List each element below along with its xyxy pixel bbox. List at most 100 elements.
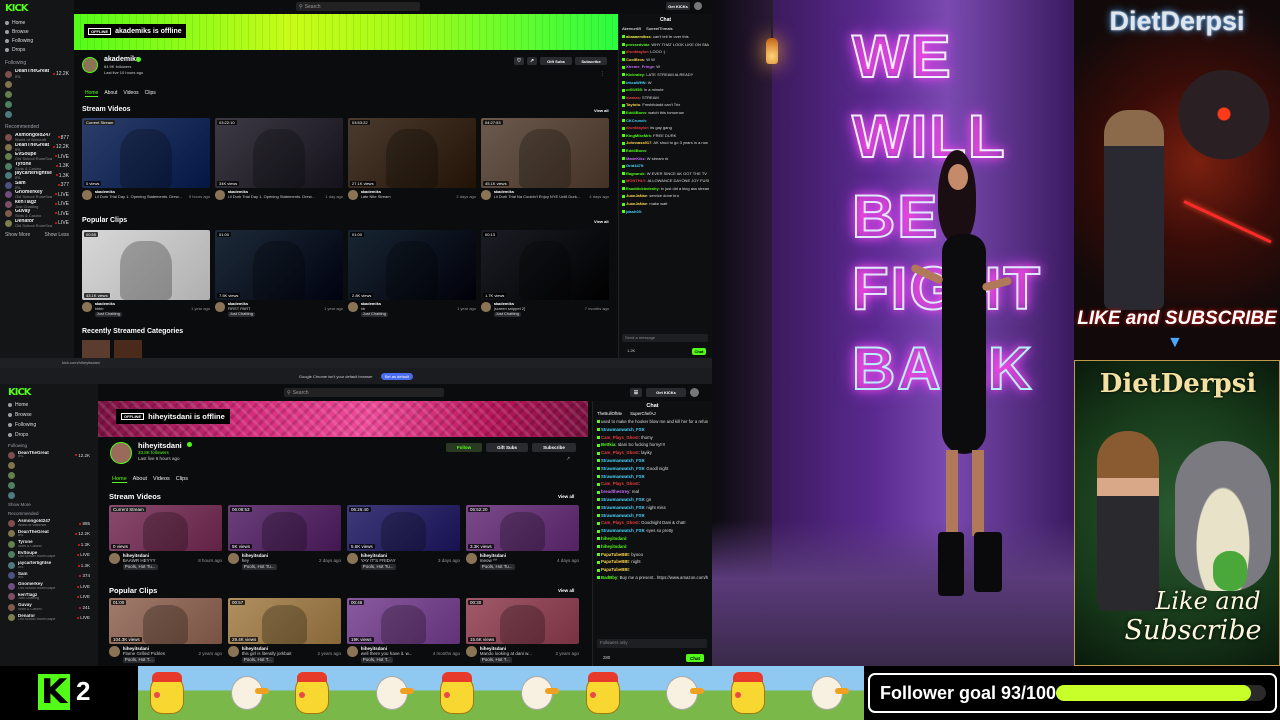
chat-username[interactable]: breadthestrey: [601, 489, 629, 494]
top-search-input[interactable]: ⚲ Search: [296, 2, 420, 11]
thumbnail[interactable]: 00:55 43.1K views: [82, 230, 210, 300]
video-card[interactable]: 03:22:10 34K views akademiks Lil Durk Trial…: [215, 118, 343, 200]
bottom-chat-pinned-user-2[interactable]: SuperChefAJ: [630, 411, 656, 416]
chat-username[interactable]: Cam_Plays_Ghost: [601, 450, 639, 455]
channel-item[interactable]: [8, 480, 90, 490]
bottom-chat-input[interactable]: Followers only: [597, 639, 707, 648]
channel-item[interactable]: jaycarterlightse IRL 1.3K: [8, 560, 90, 571]
tab-about[interactable]: About: [104, 90, 117, 97]
top-clips-view-all[interactable]: View all: [594, 219, 609, 224]
clip-card[interactable]: 01:00 7.5K views akademiks FIRST PART 1 year…: [215, 230, 343, 317]
channel-item[interactable]: Sam IRL 377: [5, 181, 69, 191]
tab-clips[interactable]: Clips: [145, 90, 156, 97]
chat-username[interactable]: BadBby: [601, 575, 617, 580]
top-channel-avatar[interactable]: [82, 57, 98, 73]
nav-item-browse[interactable]: Browse: [5, 29, 69, 35]
chat-username[interactable]: Cam_Plays_Ghost: [601, 481, 639, 486]
bottom-get-kicks-button[interactable]: Get KICKs: [646, 388, 686, 397]
chat-username[interactable]: akaaaemikss: [626, 34, 651, 39]
category-tag[interactable]: Just Chatting: [493, 312, 521, 317]
ad-top-cta[interactable]: LIKE and SUBSCRIBE: [1074, 308, 1280, 330]
chat-username[interactable]: Strawmanwatch_FS9: [601, 458, 644, 463]
channel-item[interactable]: [5, 89, 69, 99]
channel-item[interactable]: DeanTheGreat IRL 12.2K: [8, 450, 90, 460]
chat-username[interactable]: mamas: [626, 95, 640, 100]
tab-clips[interactable]: Clips: [176, 476, 188, 483]
channel-item[interactable]: kenTlagz Just Chatting LIVE: [5, 200, 69, 210]
chat-username[interactable]: Strawmanwatch_FS9: [601, 528, 644, 533]
thumbnail[interactable]: 01:00 2.8K views: [348, 230, 476, 300]
video-card[interactable]: Current Stream 0 views akademiks Lil Durk T…: [82, 118, 210, 200]
bottom-gift-subs-button[interactable]: Gift Subs: [486, 443, 528, 452]
clip-card[interactable]: 01:00 2.8K views akademiks bb 1 year ago Just…: [348, 230, 476, 317]
thumbnail[interactable]: 04:27:53 45.1K views: [481, 118, 609, 188]
thumbnail[interactable]: 06:26:40 5.6K views: [347, 505, 460, 551]
channel-item[interactable]: EvSoupeOld School RuneScapeLIVE: [5, 152, 69, 162]
nav-item-drops[interactable]: Drops: [8, 432, 90, 438]
category-tag[interactable]: Just Chatting: [227, 312, 255, 317]
top-gift-subs-button[interactable]: Gift Subs: [540, 57, 572, 65]
category-tag[interactable]: Pools, Hot T...: [241, 657, 274, 663]
category-tag[interactable]: Pools, Hot Tu...: [479, 564, 515, 570]
channel-item[interactable]: jaycarterlightse IRL 1.3K: [5, 171, 69, 181]
channel-item[interactable]: Guvay Slots & Casino LIVE: [5, 209, 69, 219]
chat-username[interactable]: Strawmanwatch_FS9: [601, 497, 644, 502]
chat-username[interactable]: drunktaylor: [626, 49, 648, 54]
bottom-clips-view-all[interactable]: View all: [558, 588, 574, 593]
channel-item[interactable]: DeanTheGreat IRL 12.2K: [5, 143, 69, 153]
top-chat-send-button[interactable]: Chat: [692, 348, 706, 355]
channel-item[interactable]: Tyrone Slots & Casino 1.3K: [5, 162, 69, 172]
top-kick-logo[interactable]: KICK: [5, 3, 69, 14]
chat-username[interactable]: JuanJaNae: [626, 193, 647, 198]
channel-item[interactable]: Guvay Slots & Casino 241: [8, 602, 90, 613]
channel-item[interactable]: [5, 109, 69, 119]
tab-about[interactable]: About: [133, 476, 147, 483]
category-tag[interactable]: Pools, Hot Tu...: [241, 564, 277, 570]
chat-username[interactable]: PapaTubeBBt: [601, 567, 629, 572]
bottom-show-more[interactable]: Show More: [8, 502, 90, 507]
channel-item[interactable]: GnomerkeyOld School RuneScapeLIVE: [5, 190, 69, 200]
channel-item[interactable]: DenaforOld School RuneScapeLIVE: [8, 613, 90, 624]
category-tag[interactable]: Pools, Hot Tu...: [122, 564, 158, 570]
channel-item[interactable]: Tyrone Slots & Casino 1.3K: [8, 539, 90, 550]
channel-item[interactable]: kenTlagz Just Chatting LIVE: [8, 592, 90, 603]
chat-username[interactable]: Ragnarok: [626, 171, 644, 176]
video-card[interactable]: 06:26:40 5.6K views hiheyitsdani YAY IT'S F…: [347, 505, 460, 570]
chat-username[interactable]: Edd4Bonn: [626, 110, 646, 115]
tab-videos[interactable]: Videos: [153, 476, 170, 483]
channel-item[interactable]: Asmongold247 World of Warcraft 877: [5, 133, 69, 143]
chat-username[interactable]: Johnnass917: [626, 140, 651, 145]
chat-username[interactable]: Strawmanwatch_FS9: [601, 474, 644, 479]
channel-item[interactable]: [8, 470, 90, 480]
video-card[interactable]: 05:52:20 3.3K views hiheyitsdani meow ^^ 4 d…: [466, 505, 579, 570]
chat-username[interactable]: Strawmanwatch_FS9: [601, 466, 644, 471]
bottom-channel-name[interactable]: hiheyitsdani: [138, 441, 182, 450]
channel-item[interactable]: Sam IRL 374: [8, 571, 90, 582]
thumbnail[interactable]: 01:00 104.3K views: [109, 598, 222, 644]
chat-username[interactable]: Edd4Bonn: [626, 148, 646, 153]
video-card[interactable]: 06:08:53 5K views hiheyitsdani hey 2 days ag…: [228, 505, 341, 570]
chat-username[interactable]: Strawmanwatch_FS9: [601, 513, 644, 518]
top-share-button[interactable]: ↗: [527, 57, 537, 65]
chat-username[interactable]: Strawmanwatch_FS9: [601, 427, 644, 432]
top-subscribe-button[interactable]: Subscribe: [575, 57, 607, 65]
top-show-more[interactable]: Show More: [5, 232, 30, 238]
bottom-subscribe-button[interactable]: Subscribe: [532, 443, 576, 452]
tab-videos[interactable]: Videos: [123, 90, 138, 97]
top-videos-view-all[interactable]: View all: [594, 108, 609, 113]
chat-username[interactable]: hiheyitsdani: [601, 536, 626, 541]
clip-card[interactable]: 00:55 43.1K views akademiks bbbb 1 year ago J…: [82, 230, 210, 317]
chat-username[interactable]: MadeKikz: [626, 156, 644, 161]
chat-username[interactable]: Xtreme_Fringe: [626, 64, 654, 69]
nav-item-browse[interactable]: Browse: [8, 412, 90, 418]
nav-item-home[interactable]: Home: [8, 402, 90, 408]
thumbnail[interactable]: 06:08:53 5K views: [228, 505, 341, 551]
chat-username[interactable]: PapaTubeBBt: [601, 559, 629, 564]
thumbnail[interactable]: 01:00 7.5K views: [215, 230, 343, 300]
clip-card[interactable]: 00:46 19K views hiheyitsdani well there you…: [347, 598, 460, 663]
top-notify-button[interactable]: ♡: [514, 57, 524, 65]
video-card[interactable]: 03:53:22 27.1K views akademiks Late Nite St…: [348, 118, 476, 200]
thumbnail[interactable]: Current Stream 0 views: [109, 505, 222, 551]
clip-card[interactable]: 01:00 104.3K views hiheyitsdani Flame Grill…: [109, 598, 222, 663]
top-get-kicks-button[interactable]: Get KICKs: [666, 2, 690, 10]
